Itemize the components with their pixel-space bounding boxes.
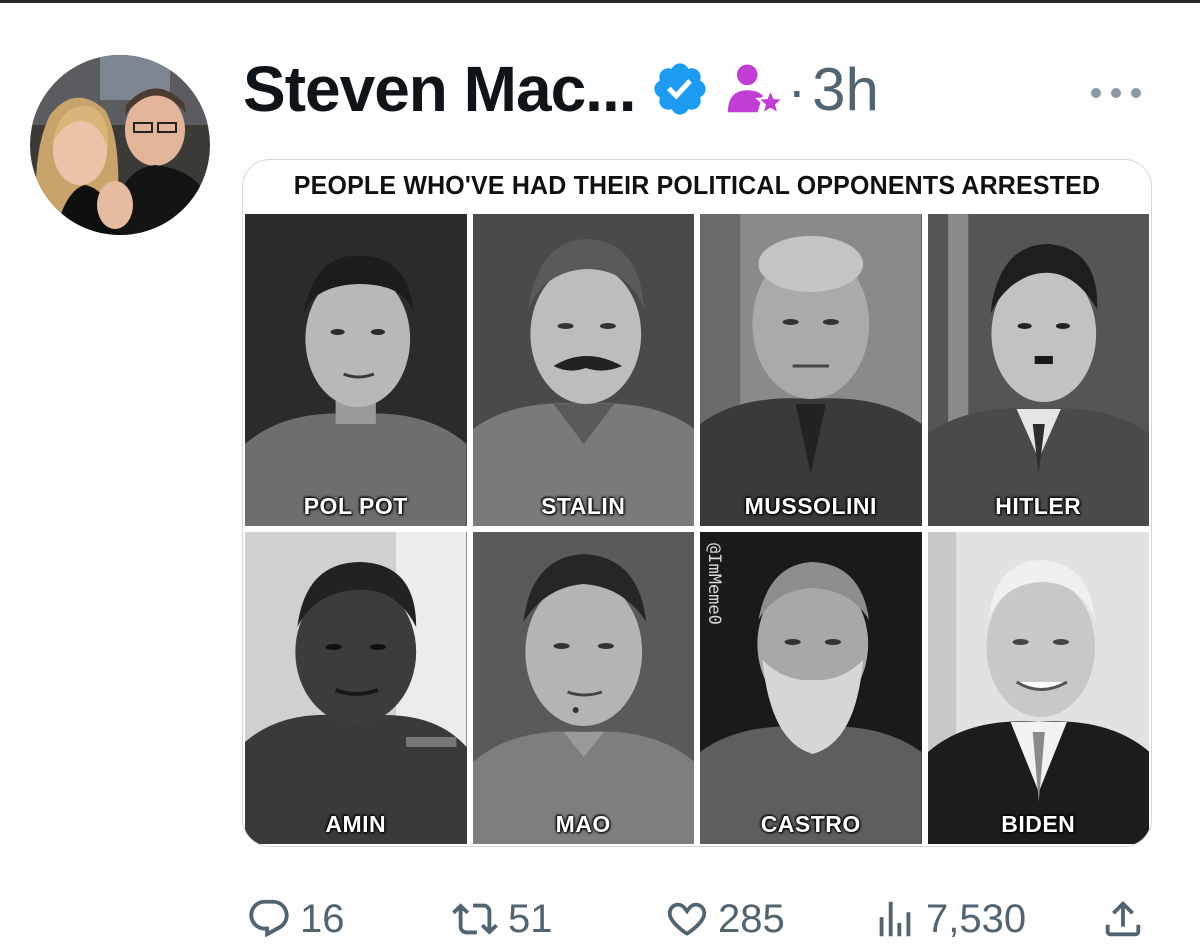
- reply-button[interactable]: 16: [246, 891, 345, 947]
- portrait-photo: [700, 532, 922, 844]
- more-dots-icon[interactable]: [1088, 83, 1144, 103]
- action-bar: 16 51 285 7,530: [0, 891, 1200, 947]
- portrait-photo: [927, 214, 1149, 526]
- avatar[interactable]: [30, 55, 210, 235]
- meme-title: PEOPLE WHO'VE HAD THEIR POLITICAL OPPONE…: [293, 170, 1101, 200]
- portrait-cell: AMIN: [245, 532, 467, 844]
- reply-icon: [249, 899, 289, 938]
- subscriber-star-icon[interactable]: [724, 58, 786, 120]
- post-header: Steven Mac... · 3h: [243, 47, 879, 131]
- view-count: 7,530: [926, 896, 1027, 941]
- watermark: @ImMeme0: [704, 543, 724, 625]
- portrait-cell: STALIN: [472, 214, 694, 526]
- portrait-name: BIDEN: [1001, 811, 1076, 837]
- portrait-name: STALIN: [541, 493, 626, 519]
- portrait-name: MUSSOLINI: [744, 493, 877, 519]
- like-button[interactable]: 285: [664, 891, 785, 947]
- display-name[interactable]: Steven Mac...: [243, 52, 636, 126]
- heart-icon: [667, 902, 707, 936]
- portrait-name: MAO: [555, 811, 611, 837]
- portrait-cell: MAO: [472, 532, 694, 844]
- repost-count: 51: [508, 896, 553, 941]
- avatar-photo: [30, 55, 210, 235]
- views-button[interactable]: 7,530: [872, 891, 1026, 947]
- portrait-photo: [472, 214, 694, 526]
- share-button[interactable]: [1100, 891, 1146, 947]
- repost-icon: [452, 903, 498, 935]
- repost-button[interactable]: 51: [450, 891, 553, 947]
- portrait-cell: CASTRO: [700, 532, 922, 844]
- portrait-cell: MUSSOLINI: [700, 214, 922, 526]
- views-chart-icon: [879, 901, 911, 937]
- like-count: 285: [718, 896, 785, 941]
- portrait-cell: BIDEN: [927, 532, 1149, 844]
- separator-dot: ·: [787, 57, 807, 121]
- portrait-grid: POL POT STALIN MUSSOLINI HITLER AMIN MAO…: [245, 214, 1149, 844]
- portrait-cell: HITLER: [927, 214, 1149, 526]
- portrait-name: HITLER: [995, 493, 1082, 519]
- share-icon: [1105, 900, 1141, 937]
- portrait-photo: [700, 214, 922, 526]
- portrait-photo: [472, 532, 694, 844]
- reply-count: 16: [300, 896, 345, 941]
- portrait-name: CASTRO: [760, 811, 861, 837]
- portrait-photo: [927, 532, 1149, 844]
- portrait-photo: [245, 532, 467, 844]
- post-media-image[interactable]: PEOPLE WHO'VE HAD THEIR POLITICAL OPPONE…: [242, 159, 1152, 847]
- portrait-name: POL POT: [303, 493, 408, 519]
- timestamp[interactable]: 3h: [812, 55, 879, 124]
- portrait-name: AMIN: [325, 811, 387, 837]
- portrait-photo: [245, 214, 467, 526]
- post-card: Steven Mac... · 3h PEOPLE WHO'VE HAD THE…: [0, 0, 1200, 947]
- portrait-cell: POL POT: [245, 214, 467, 526]
- verified-badge-icon[interactable]: [650, 59, 710, 119]
